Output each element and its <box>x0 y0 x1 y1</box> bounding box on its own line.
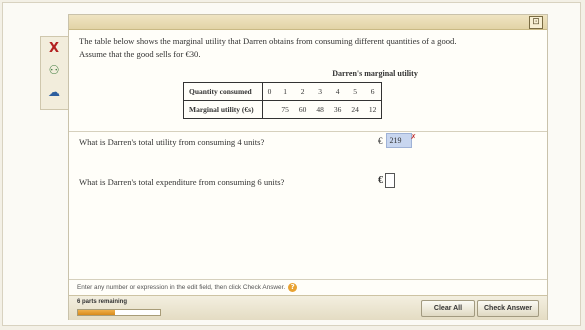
table-cell: 3 <box>311 82 329 101</box>
bottom-bar: 6 parts remaining Clear All Check Answer <box>69 295 547 320</box>
table-cell: 1 <box>276 82 294 101</box>
help-icon[interactable]: ? <box>288 283 298 292</box>
currency-symbol: € <box>378 175 383 186</box>
expand-icon[interactable]: ⊡ <box>529 16 543 29</box>
clear-all-button[interactable]: Clear All <box>421 300 475 317</box>
part2-answer: € <box>378 173 395 188</box>
table-cell: 0 <box>262 82 277 101</box>
progress-fill <box>78 310 115 315</box>
table-cell: 6 <box>363 82 382 101</box>
part1-prompt: What is Darren's total utility from cons… <box>79 137 265 147</box>
table-cell: 5 <box>346 82 364 101</box>
hint-label: Enter any number or expression in the ed… <box>77 284 286 291</box>
part2-answer-field[interactable] <box>385 173 395 188</box>
parts-remaining: 6 parts remaining <box>77 299 128 305</box>
question-panel: ⊡ The table below shows the marginal uti… <box>68 14 548 320</box>
table-cell: 12 <box>368 105 377 114</box>
person-icon[interactable]: ⚇ <box>41 59 67 81</box>
table-cell: 36 <box>333 105 342 114</box>
side-toolbar: Ⅹ ⚇ ☁ <box>40 36 68 110</box>
incorrect-marker-icon[interactable]: Ⅹ <box>41 37 67 59</box>
divider <box>69 131 547 132</box>
hint-text: Enter any number or expression in the ed… <box>77 283 298 292</box>
table-row: Quantity consumed 0 1 2 3 4 5 6 <box>183 82 382 101</box>
marginal-utility-table: Quantity consumed 0 1 2 3 4 5 6 Marginal… <box>183 82 383 119</box>
currency-symbol: € <box>378 135 383 146</box>
panel-topbar: ⊡ <box>69 15 547 30</box>
table-row: Marginal utility (€s) 75 60 48 36 24 12 <box>183 100 382 119</box>
question-intro: The table below shows the marginal utili… <box>79 36 457 46</box>
incorrect-mark-icon: ✗ <box>410 132 417 141</box>
table-cell: 75 <box>281 105 289 114</box>
progress-bar <box>77 309 161 316</box>
check-answer-button[interactable]: Check Answer <box>477 300 539 317</box>
divider <box>69 279 547 280</box>
part1-answer-field[interactable]: 219 <box>385 133 412 148</box>
part2-prompt: What is Darren's total expenditure from … <box>79 177 285 187</box>
table-caption: Darren's marginal utility <box>332 69 418 78</box>
row-header: Marginal utility (€s) <box>183 100 263 119</box>
table-cell: 48 <box>316 105 324 114</box>
table-cell: 4 <box>328 82 347 101</box>
table-cell: 2 <box>293 82 312 101</box>
table-cell: 60 <box>298 105 307 114</box>
cloud-icon[interactable]: ☁ <box>41 81 67 103</box>
part1-answer: € 219 ✗ <box>378 133 416 148</box>
question-price-note: Assume that the good sells for €30. <box>79 49 201 59</box>
table-cell: 24 <box>351 105 359 114</box>
question-text: The table below shows the marginal utili… <box>79 35 539 61</box>
row-header: Quantity consumed <box>183 82 263 101</box>
table-cell <box>262 101 276 119</box>
